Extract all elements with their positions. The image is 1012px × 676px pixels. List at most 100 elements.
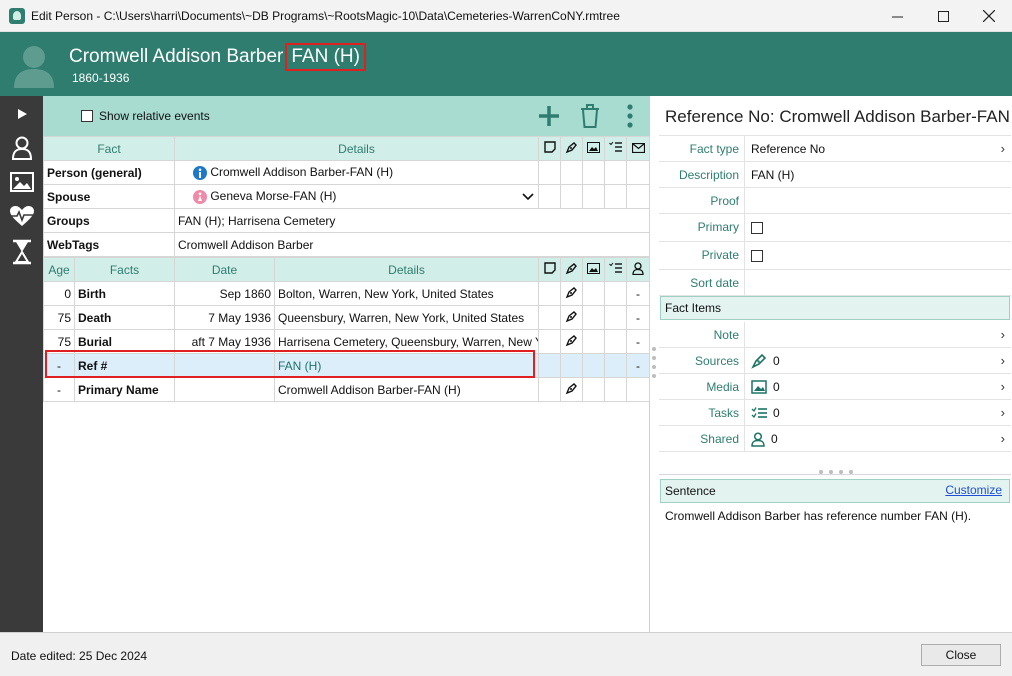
column-header-details[interactable]: Details — [174, 136, 539, 161]
timeline-view-button[interactable] — [0, 236, 43, 268]
trash-icon — [581, 104, 599, 128]
fact-cell: Primary Name — [74, 377, 175, 402]
fact-cell: WebTags — [43, 232, 175, 257]
column-header-sources[interactable] — [560, 257, 583, 282]
details-cell: Cromwell Addison Barber-FAN (H) — [274, 377, 539, 402]
source-cell[interactable] — [560, 377, 583, 402]
person-view-button[interactable] — [0, 132, 43, 164]
minimize-button[interactable] — [874, 0, 920, 32]
description-row[interactable]: Description FAN (H) — [659, 162, 1011, 188]
maximize-button[interactable] — [920, 0, 966, 32]
general-fact-row[interactable]: Spouse Geneva Morse-FAN (H) — [43, 184, 650, 209]
panel-splitter-handle[interactable] — [651, 343, 657, 383]
section-splitter[interactable] — [659, 469, 1011, 475]
proof-row[interactable]: Proof — [659, 188, 1011, 214]
sentence-text: Cromwell Addison Barber has reference nu… — [665, 509, 972, 523]
source-citation-icon — [565, 334, 577, 346]
add-fact-button[interactable] — [536, 103, 562, 129]
window-controls — [874, 0, 1012, 32]
facts-panel: Show relative events Fact Details Person… — [43, 96, 650, 632]
proof-field[interactable] — [744, 188, 1011, 214]
private-checkbox[interactable] — [751, 250, 763, 262]
source-cell[interactable] — [560, 329, 583, 354]
chevron-down-icon[interactable] — [522, 193, 534, 201]
tasks-label: Tasks — [708, 406, 739, 420]
shared-cell — [626, 377, 650, 402]
show-relative-events-toggle[interactable]: Show relative events — [81, 109, 210, 123]
health-view-button[interactable] — [0, 200, 43, 232]
grip-dots-icon — [652, 347, 656, 378]
sort-date-row[interactable]: Sort date — [659, 270, 1011, 296]
fact-type-label: Fact type — [689, 142, 739, 156]
customize-sentence-link[interactable]: Customize — [945, 483, 1002, 497]
shared-cell: - — [626, 281, 650, 306]
general-fact-row[interactable]: Groups FAN (H); Harrisena Cemetery — [43, 208, 650, 233]
source-citation-icon — [565, 286, 577, 298]
column-header-tasks[interactable] — [604, 136, 627, 161]
column-header-sources[interactable] — [560, 136, 583, 161]
column-header-mail[interactable] — [626, 136, 650, 161]
tasks-count: 0 — [773, 406, 780, 420]
chevron-right-icon: › — [1000, 353, 1005, 368]
date-cell: 7 May 1936 — [174, 305, 275, 330]
column-header-note[interactable] — [538, 136, 561, 161]
close-window-button[interactable] — [966, 0, 1012, 32]
fact-row-burial[interactable]: 75 Burial aft 7 May 1936 Harrisena Cemet… — [43, 329, 650, 354]
more-options-button[interactable] — [617, 103, 643, 129]
plus-icon — [539, 106, 559, 126]
source-cell[interactable] — [560, 305, 583, 330]
details-cell: FAN (H); Harrisena Cemetery — [174, 208, 650, 233]
expand-button[interactable] — [0, 98, 43, 130]
person-lifespan: 1860-1936 — [72, 71, 130, 85]
source-cell[interactable] — [560, 281, 583, 306]
sentence-title: Sentence — [665, 484, 716, 498]
column-header-shared[interactable] — [626, 257, 650, 282]
note-row[interactable]: Note › — [659, 322, 1011, 348]
fact-row-primary-name[interactable]: - Primary Name Cromwell Addison Barber-F… — [43, 377, 650, 402]
column-header-media[interactable] — [582, 257, 605, 282]
chevron-right-icon: › — [1000, 141, 1005, 156]
close-button[interactable]: Close — [921, 644, 1001, 666]
fact-cell: Birth — [74, 281, 175, 306]
details-cell: Geneva Morse-FAN (H) — [174, 184, 539, 209]
general-fact-row[interactable]: WebTags Cromwell Addison Barber — [43, 232, 650, 257]
chevron-right-icon: › — [1000, 379, 1005, 394]
sources-count: 0 — [773, 354, 780, 368]
female-person-icon — [193, 189, 207, 204]
general-fact-row[interactable]: Person (general) Cromwell Addison Barber… — [43, 160, 650, 185]
column-header-fact[interactable]: Fact — [43, 136, 175, 161]
description-field[interactable]: FAN (H) — [744, 162, 1011, 188]
fact-cell: Person (general) — [43, 160, 175, 185]
tasks-row[interactable]: Tasks 0 › — [659, 400, 1011, 426]
date-edited: Date edited: 25 Dec 2024 — [11, 649, 148, 663]
show-relative-events-checkbox[interactable] — [81, 110, 93, 122]
fact-detail-title-text: Reference No: Cromwell Addison Barber-FA… — [665, 107, 1010, 126]
media-view-button[interactable] — [0, 166, 43, 198]
column-header-date[interactable]: Date — [174, 257, 275, 282]
fact-row-death[interactable]: 75 Death 7 May 1936 Queensbury, Warren, … — [43, 305, 650, 330]
column-header-note[interactable] — [538, 257, 561, 282]
age-cell: 0 — [43, 281, 75, 306]
fact-row-birth[interactable]: 0 Birth Sep 1860 Bolton, Warren, New Yor… — [43, 281, 650, 306]
hourglass-icon — [12, 239, 31, 265]
column-header-details[interactable]: Details — [274, 257, 539, 282]
shared-cell: - — [626, 353, 650, 378]
primary-checkbox[interactable] — [751, 222, 763, 234]
delete-fact-button[interactable] — [577, 103, 603, 129]
sort-date-field[interactable] — [744, 270, 1011, 296]
column-header-facts[interactable]: Facts — [74, 257, 175, 282]
column-header-media[interactable] — [582, 136, 605, 161]
person-silhouette-icon — [14, 46, 54, 88]
person-icon — [11, 136, 32, 160]
column-header-age[interactable]: Age — [43, 257, 75, 282]
fact-row-ref-selected[interactable]: - Ref # FAN (H) - — [43, 353, 650, 378]
general-facts-header-row: Fact Details — [43, 136, 650, 161]
play-triangle-icon — [17, 109, 27, 119]
sources-row[interactable]: Sources 0 › — [659, 348, 1011, 374]
media-row[interactable]: Media 0 › — [659, 374, 1011, 400]
shared-row[interactable]: Shared 0 › — [659, 426, 1011, 452]
person-name-text: Cromwell Addison Barber — [69, 46, 284, 67]
fact-type-row[interactable]: Fact type Reference No › — [659, 136, 1011, 162]
column-header-tasks[interactable] — [604, 257, 627, 282]
maximize-icon — [937, 10, 949, 22]
